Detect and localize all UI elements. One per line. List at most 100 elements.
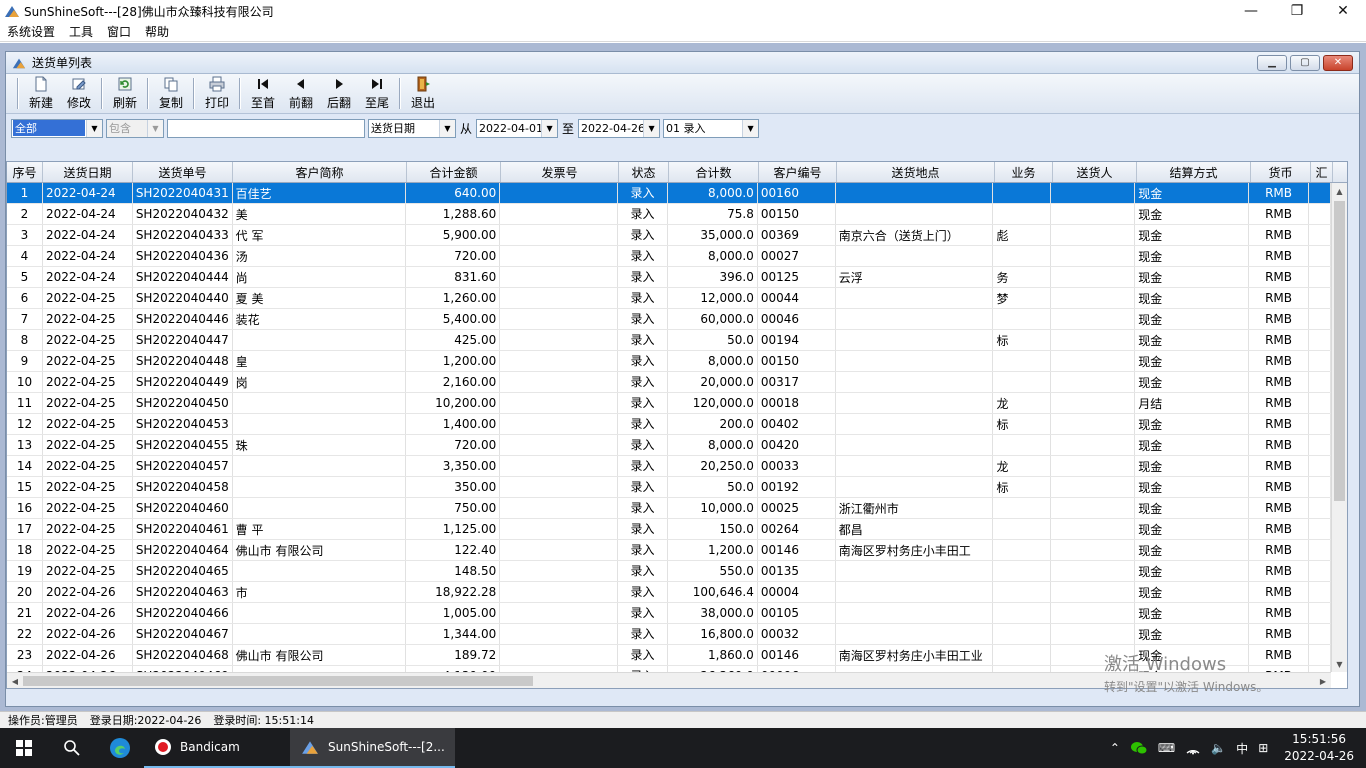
table-row[interactable]: 19 2022-04-25 SH2022040465 148.50 录入 550.0 001… <box>7 561 1331 582</box>
cell-salesman <box>993 435 1052 455</box>
sunshinesoft-label: SunShineSoft---[2... <box>328 740 445 754</box>
scroll-down-icon[interactable]: ▼ <box>1332 656 1347 672</box>
col-header-address[interactable]: 送货地点 <box>837 162 995 182</box>
col-header-qty[interactable]: 合计数 <box>669 162 759 182</box>
prev-button[interactable]: 前翻 <box>282 74 320 113</box>
table-row[interactable]: 15 2022-04-25 SH2022040458 350.00 录入 50.0 0019… <box>7 477 1331 498</box>
cell-invoice <box>500 351 619 371</box>
menu-system-settings[interactable]: 系统设置 <box>0 23 62 40</box>
exit-button[interactable]: 退出 <box>404 74 442 113</box>
wechat-icon[interactable] <box>1130 740 1148 756</box>
cell-order-no: SH2022040463 <box>133 582 233 602</box>
table-row[interactable]: 10 2022-04-25 SH2022040449 岗 2,160.00 录入 20,00… <box>7 372 1331 393</box>
table-row[interactable]: 22 2022-04-26 SH2022040467 1,344.00 录入 16,800… <box>7 624 1331 645</box>
menu-window[interactable]: 窗口 <box>100 23 138 40</box>
table-row[interactable]: 20 2022-04-26 SH2022040463 市 18,922.28 录入 100,… <box>7 582 1331 603</box>
next-button[interactable]: 后翻 <box>320 74 358 113</box>
close-button[interactable]: ✕ <box>1320 0 1366 22</box>
from-date-picker[interactable]: 2022-04-01 ▼ <box>476 118 559 138</box>
table-row[interactable]: 5 2022-04-24 SH2022040444 尚 831.60 录入 396.0 001… <box>7 267 1331 288</box>
edit-button[interactable]: 修改 <box>60 74 98 113</box>
col-header-customer-code[interactable]: 客户编号 <box>759 162 837 182</box>
clock[interactable]: 15:51:56 2022-04-26 <box>1284 731 1354 765</box>
new-button[interactable]: 新建 <box>22 74 60 113</box>
scroll-right-icon[interactable]: ▶ <box>1315 673 1331 688</box>
cell-customer: 百佳艺 <box>233 183 407 203</box>
ime-indicator[interactable]: 中 <box>1236 740 1248 757</box>
table-row[interactable]: 12 2022-04-25 SH2022040453 1,400.00 录入 200.0 0… <box>7 414 1331 435</box>
col-header-customer[interactable]: 客户简称 <box>233 162 407 182</box>
copy-button[interactable]: 复制 <box>152 74 190 113</box>
col-header-date[interactable]: 送货日期 <box>43 162 133 182</box>
match-select[interactable]: 包含 ▼ <box>106 118 164 138</box>
table-row[interactable]: 6 2022-04-25 SH2022040440 夏 美 1,260.00 录入 12,0… <box>7 288 1331 309</box>
restore-button[interactable]: ❐ <box>1274 0 1320 22</box>
first-button[interactable]: 至首 <box>244 74 282 113</box>
cell-order-no: SH2022040449 <box>133 372 233 392</box>
table-row[interactable]: 18 2022-04-25 SH2022040464 佛山市 有限公司 122.40 录入… <box>7 540 1331 561</box>
table-row[interactable]: 7 2022-04-25 SH2022040446 装花 5,400.00 录入 60,00… <box>7 309 1331 330</box>
keyword-input[interactable] <box>167 118 365 138</box>
vertical-scrollbar[interactable]: ▲ ▼ <box>1331 183 1347 672</box>
search-button[interactable] <box>48 728 96 768</box>
table-row[interactable]: 14 2022-04-25 SH2022040457 3,350.00 录入 20,250… <box>7 456 1331 477</box>
col-header-courier[interactable]: 送货人 <box>1053 162 1137 182</box>
table-row[interactable]: 16 2022-04-25 SH2022040460 750.00 录入 10,000.0… <box>7 498 1331 519</box>
cell-seq: 10 <box>7 372 43 392</box>
status-select[interactable]: 01 录入 ▼ <box>663 118 760 138</box>
scope-select[interactable]: 全部 ▼ <box>11 118 103 138</box>
menu-tools[interactable]: 工具 <box>62 23 100 40</box>
col-header-rate[interactable]: 汇 <box>1311 162 1333 182</box>
start-button[interactable] <box>0 728 48 768</box>
table-row[interactable]: 17 2022-04-25 SH2022040461 曹 平 1,125.00 录入 150… <box>7 519 1331 540</box>
col-header-seq[interactable]: 序号 <box>7 162 43 182</box>
cell-salesman <box>993 561 1052 581</box>
child-close-button[interactable]: ✕ <box>1323 54 1353 71</box>
print-button[interactable]: 打印 <box>198 74 236 113</box>
volume-icon[interactable]: 🔈 <box>1211 741 1226 755</box>
cell-seq: 14 <box>7 456 43 476</box>
table-row[interactable]: 3 2022-04-24 SH2022040433 代 军 5,900.00 录入 35,0… <box>7 225 1331 246</box>
input-indicator-icon[interactable]: ⌨ <box>1158 741 1175 755</box>
table-row[interactable]: 4 2022-04-24 SH2022040436 汤 720.00 录入 8,000.0 0… <box>7 246 1331 267</box>
edge-browser-button[interactable] <box>96 728 144 768</box>
child-minimize-button[interactable]: ▁ <box>1257 54 1287 71</box>
horizontal-scroll-thumb[interactable] <box>23 676 533 686</box>
table-row[interactable]: 1 2022-04-24 SH2022040431 百佳艺 640.00 录入 8,000.… <box>7 183 1331 204</box>
vertical-scroll-thumb[interactable] <box>1334 201 1345 501</box>
show-hidden-icons-icon[interactable]: ⌃ <box>1110 741 1120 755</box>
table-row[interactable]: 21 2022-04-26 SH2022040466 1,005.00 录入 38,000… <box>7 603 1331 624</box>
col-header-order-no[interactable]: 送货单号 <box>133 162 233 182</box>
cell-customer-code: 00027 <box>758 246 836 266</box>
table-row[interactable]: 9 2022-04-25 SH2022040448 皇 1,200.00 录入 8,000.… <box>7 351 1331 372</box>
cell-customer: 皇 <box>233 351 407 371</box>
col-header-status[interactable]: 状态 <box>619 162 669 182</box>
scroll-left-icon[interactable]: ◀ <box>7 673 23 688</box>
taskbar-app-sunshinesoft[interactable]: SunShineSoft---[2... <box>290 728 455 768</box>
minimize-button[interactable]: — <box>1228 0 1274 22</box>
table-row[interactable]: 13 2022-04-25 SH2022040455 珠 720.00 录入 8,000.0… <box>7 435 1331 456</box>
table-row[interactable]: 11 2022-04-25 SH2022040450 10,200.00 录入 120,0… <box>7 393 1331 414</box>
cell-order-no: SH2022040444 <box>133 267 233 287</box>
col-header-currency[interactable]: 货币 <box>1251 162 1311 182</box>
to-date-picker[interactable]: 2022-04-26 ▼ <box>578 118 661 138</box>
date-field-select[interactable]: 送货日期 ▼ <box>368 118 456 138</box>
col-header-salesman[interactable]: 业务 <box>995 162 1053 182</box>
table-row[interactable]: 2 2022-04-24 SH2022040432 美 1,288.60 录入 75.8 00… <box>7 204 1331 225</box>
menu-help[interactable]: 帮助 <box>138 23 176 40</box>
cell-invoice <box>500 330 619 350</box>
last-button[interactable]: 至尾 <box>358 74 396 113</box>
child-maximize-button[interactable]: ▢ <box>1290 54 1320 71</box>
cell-order-no: SH2022040468 <box>133 645 233 665</box>
col-header-amount[interactable]: 合计金额 <box>407 162 501 182</box>
ime-grid-icon[interactable]: ⊞ <box>1258 741 1268 755</box>
refresh-button[interactable]: 刷新 <box>106 74 144 113</box>
col-header-settlement[interactable]: 结算方式 <box>1137 162 1251 182</box>
taskbar-app-bandicam[interactable]: Bandicam <box>144 728 290 768</box>
table-row[interactable]: 8 2022-04-25 SH2022040447 425.00 录入 50.0 00194… <box>7 330 1331 351</box>
wifi-icon[interactable] <box>1185 741 1201 755</box>
delivery-grid[interactable]: 序号 送货日期 送货单号 客户简称 合计金额 发票号 状态 合计数 客户编号 送货地点 业务 送货人结… <box>6 161 1348 689</box>
edit-icon <box>72 78 86 90</box>
scroll-up-icon[interactable]: ▲ <box>1332 183 1347 199</box>
col-header-invoice[interactable]: 发票号 <box>501 162 619 182</box>
